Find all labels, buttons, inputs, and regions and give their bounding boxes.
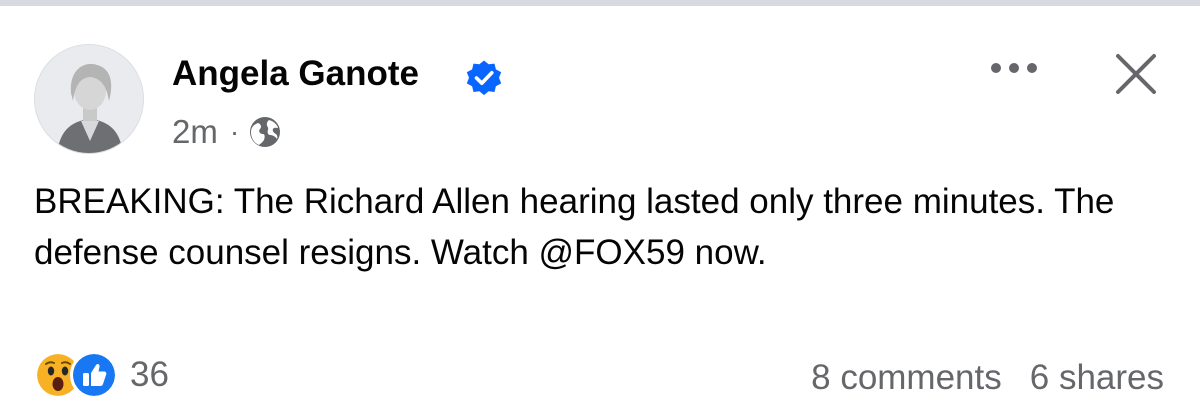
like-icon (70, 351, 118, 399)
verified-badge-icon (466, 60, 502, 96)
globe-icon[interactable] (249, 116, 281, 148)
avatar-portrait (35, 45, 143, 153)
shares-count[interactable]: 6 shares (1030, 358, 1164, 398)
facebook-post: Angela Ganote 2m · BREAKING: The Richard… (0, 6, 1200, 418)
post-meta: 2m · (172, 110, 281, 154)
post-timestamp[interactable]: 2m (172, 113, 218, 151)
engagement-stats: 8 comments 6 shares (811, 358, 1164, 398)
reaction-count: 36 (130, 355, 169, 394)
close-icon (1116, 54, 1156, 94)
author-name[interactable]: Angela Ganote (172, 54, 419, 94)
comments-count[interactable]: 8 comments (811, 358, 1002, 398)
post-text: BREAKING: The Richard Allen hearing last… (34, 182, 1115, 272)
author-avatar[interactable] (34, 44, 144, 154)
more-options-icon (991, 63, 1037, 73)
reactions-summary[interactable]: 36 (34, 351, 169, 399)
meta-separator: · (229, 116, 240, 147)
more-options-button[interactable] (986, 48, 1042, 88)
close-button[interactable] (1108, 46, 1164, 102)
